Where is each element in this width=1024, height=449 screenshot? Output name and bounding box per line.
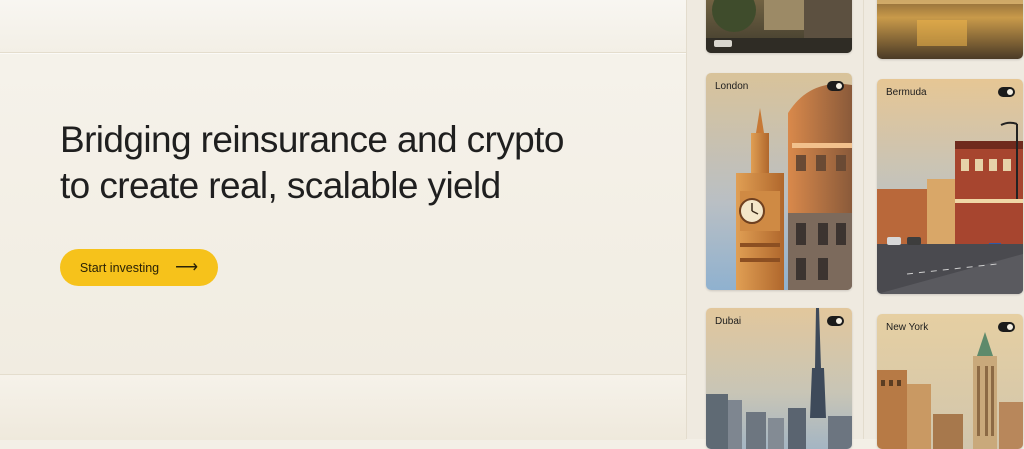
toggle-icon[interactable] — [998, 322, 1015, 332]
city-label-bermuda: Bermuda — [886, 87, 927, 98]
city-card-partial-right[interactable] — [877, 0, 1023, 59]
headline-line-2: to create real, scalable yield — [60, 165, 501, 206]
start-investing-label: Start investing — [79, 260, 160, 275]
hero-headline: Bridging reinsurance and crypto to creat… — [60, 117, 680, 209]
toggle-icon[interactable] — [998, 87, 1015, 97]
top-section-band — [0, 0, 686, 53]
city-label-dubai: Dubai — [715, 316, 742, 327]
london-photo — [706, 73, 852, 290]
bottom-section-band — [0, 374, 686, 440]
city-label-new-york: New York — [886, 322, 929, 333]
dubai-photo — [706, 308, 852, 449]
new-york-photo — [877, 314, 1023, 449]
gallery-divider — [863, 0, 864, 439]
city-card-bermuda[interactable]: Bermuda — [877, 79, 1023, 294]
arrow-right-icon: ⟶ — [175, 258, 199, 276]
city-label-london: London — [715, 81, 749, 92]
toggle-icon[interactable] — [827, 81, 844, 91]
city-photo — [706, 0, 852, 53]
city-card-new-york[interactable]: New York — [877, 314, 1023, 449]
toggle-icon[interactable] — [827, 316, 844, 326]
headline-line-1: Bridging reinsurance and crypto — [60, 119, 564, 160]
bermuda-photo — [877, 79, 1023, 294]
city-card-dubai[interactable]: Dubai — [706, 308, 852, 449]
city-photo — [877, 0, 1023, 59]
city-card-london[interactable]: London — [706, 73, 852, 290]
city-card-partial-left[interactable] — [706, 0, 852, 53]
start-investing-button[interactable]: Start investing ⟶ — [60, 249, 218, 286]
